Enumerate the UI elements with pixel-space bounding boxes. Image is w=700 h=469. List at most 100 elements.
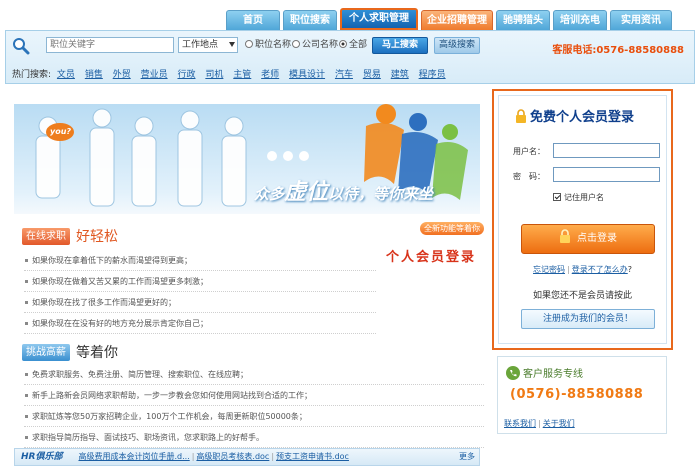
phone-icon (506, 366, 520, 380)
login-inner: 免费个人会员登录 用户名： 密 码： 记住用户名 点击登录 忘记密码 | 登录不了怎… (498, 95, 667, 344)
separator: | (191, 452, 195, 461)
new-feature-badge[interactable]: 全新功能等着你 (420, 222, 484, 235)
password-field[interactable] (553, 167, 660, 182)
forgot-password-link[interactable]: 忘记密码 (533, 265, 565, 274)
slogan-mid: 以待， (328, 185, 374, 203)
tab-home[interactable]: 首页 (226, 10, 280, 30)
tab-training[interactable]: 培训充电 (553, 10, 607, 30)
separator: | (567, 265, 570, 274)
tab-enterprise-recruitment[interactable]: 企业招聘管理 (421, 10, 493, 30)
footer-links: 联系我们 | 关于我们 (504, 418, 575, 429)
hot-term[interactable]: 行政 (177, 70, 195, 80)
section-tag: 挑战高薪 (22, 343, 70, 361)
section-high-salary: 挑战高薪 等着你 (22, 342, 118, 361)
banner-bubble-text: you? (50, 127, 72, 136)
login-button[interactable]: 点击登录 (521, 224, 655, 254)
login-title-text: 免费个人会员登录 (530, 110, 635, 125)
radio-dot (245, 40, 253, 48)
hotline-text: 客服电话:0576-88580888 (552, 45, 684, 56)
service-title-text: 客户服务专线 (523, 369, 583, 380)
hot-term[interactable]: 营业员 (141, 70, 168, 80)
hot-term[interactable]: 贸易 (363, 70, 381, 80)
lock-icon (560, 229, 570, 243)
hot-search: 热门搜索: 文员 销售 外贸 营业员 行政 司机 主管 老师 模具设计 汽车 贸… (12, 67, 453, 80)
lock-icon (516, 109, 526, 123)
list-item: 如果你现在拿着低下的薪水而渴望得到更高； (24, 250, 376, 271)
tab-headhunter[interactable]: 驰骋猎头 (496, 10, 550, 30)
section1-list: 如果你现在拿着低下的薪水而渴望得到更高； 如果你现在做着又苦又累的工作而渴望更多… (24, 250, 376, 334)
hr-club-label: HR俱乐部 (21, 452, 63, 462)
hot-term[interactable]: 主管 (233, 70, 251, 80)
service-title: 客户服务专线 (506, 365, 583, 380)
section-title: 等着你 (76, 345, 118, 361)
hot-term[interactable]: 销售 (85, 70, 103, 80)
login-title: 免费个人会员登录 (515, 106, 634, 125)
hero-banner: you? 众多虚位以待，等你来坐 (14, 104, 480, 214)
advanced-search-button[interactable]: 高级搜索 (434, 37, 480, 54)
hot-term[interactable]: 文员 (57, 70, 75, 80)
separator: | (271, 452, 275, 461)
register-button[interactable]: 注册成为我们的会员！ (521, 309, 655, 329)
search-button[interactable]: 马上搜索 (372, 37, 428, 54)
hr-doc-link[interactable]: 高级费用成本会计岗位手册.d... (78, 452, 189, 461)
chevron-down-icon (229, 42, 235, 47)
tab-job-search[interactable]: 职位搜索 (283, 10, 337, 30)
separator: | (538, 419, 541, 428)
radio-dot-selected (339, 40, 347, 48)
contact-us-link[interactable]: 联系我们 (504, 419, 536, 428)
location-select-label: 工作地点 (182, 40, 219, 50)
section-online-job: 在线求职 好轻松 (22, 226, 118, 245)
radio-label: 全部 (349, 40, 368, 50)
section-title: 好轻松 (76, 229, 118, 245)
hr-doc-link[interactable]: 预支工资申请书.doc (276, 452, 349, 461)
remember-checkbox[interactable] (553, 193, 561, 201)
login-button-label: 点击登录 (577, 233, 617, 244)
hot-search-label: 热门搜索: (12, 70, 52, 80)
slogan-big: 虚位 (284, 180, 329, 205)
hr-doc-link[interactable]: 高级职员考核表.doc (196, 452, 269, 461)
radio-company-name[interactable]: 公司名称 (292, 39, 338, 51)
keyword-input[interactable] (46, 37, 174, 53)
list-item: 新手上路新会员网络求职帮助，一步一步教会您如何使用网站找到合适的工作； (24, 385, 484, 406)
banner-slogan: 众多虚位以待，等你来坐 (254, 174, 433, 206)
list-item: 求职指导简历指导、面试技巧、职场资讯，您求职路上的好帮手。 (24, 427, 484, 448)
tab-news[interactable]: 实用资讯 (610, 10, 672, 30)
hot-term[interactable]: 司机 (205, 70, 223, 80)
tab-personal-job-management[interactable]: 个人求职管理 (340, 8, 418, 30)
more-link[interactable]: 更多 (459, 449, 475, 465)
list-item: 如果你现在做着又苦又累的工作而渴望更多刺激； (24, 271, 376, 292)
username-field[interactable] (553, 143, 660, 158)
hot-term[interactable]: 程序员 (419, 70, 446, 80)
username-label: 用户名： (513, 147, 545, 156)
remember-username[interactable]: 记住用户名 (553, 192, 604, 203)
about-us-link[interactable]: 关于我们 (543, 419, 575, 428)
silhouettes-icon (35, 108, 247, 207)
service-phone: (0576)-88580888 (510, 387, 644, 402)
list-item: 求职缸炼等您50万家招聘企业，100万个工作机会，每周更新职位50000条； (24, 406, 484, 427)
dots-icon (267, 151, 309, 161)
login-help-links: 忘记密码 | 登录不了怎么办? (499, 264, 666, 275)
password-label: 密 码： (513, 172, 545, 181)
location-select[interactable]: 工作地点 (178, 37, 238, 53)
search-icon (13, 38, 30, 55)
list-item: 如果你现在在没有好的地方充分展示肯定你自己； (24, 313, 376, 334)
hot-term[interactable]: 建筑 (391, 70, 409, 80)
radio-all[interactable]: 全部 (339, 39, 367, 51)
radio-label: 公司名称 (302, 40, 339, 50)
section2-list: 免费求职服务、免费注册、简历管理、搜索职位、在线应聘； 新手上路新会员网络求职帮… (24, 364, 484, 448)
list-item: 免费求职服务、免费注册、简历管理、搜索职位、在线应聘； (24, 364, 484, 385)
question-mark: ? (627, 265, 632, 274)
radio-label: 职位名称 (255, 40, 292, 50)
not-member-text: 如果您还不是会员请按此 (532, 291, 632, 301)
hot-term[interactable]: 外贸 (113, 70, 131, 80)
hr-club-bar: HR俱乐部 高级费用成本会计岗位手册.d... | 高级职员考核表.doc | 预支工资申… (14, 448, 480, 466)
annotation-text: 个人会员登录 (386, 250, 477, 265)
hot-term[interactable]: 老师 (261, 70, 279, 80)
login-issue-link[interactable]: 登录不了怎么办 (572, 265, 628, 274)
radio-job-title[interactable]: 职位名称 (245, 39, 291, 51)
hot-term[interactable]: 模具设计 (289, 70, 325, 80)
list-item: 如果你现在找了很多工作而渴望更好的； (24, 292, 376, 313)
remember-label: 记住用户名 (564, 193, 604, 202)
hot-term[interactable]: 汽车 (335, 70, 353, 80)
member-login-panel: 免费个人会员登录 用户名： 密 码： 记住用户名 点击登录 忘记密码 | 登录不了怎… (492, 89, 673, 350)
